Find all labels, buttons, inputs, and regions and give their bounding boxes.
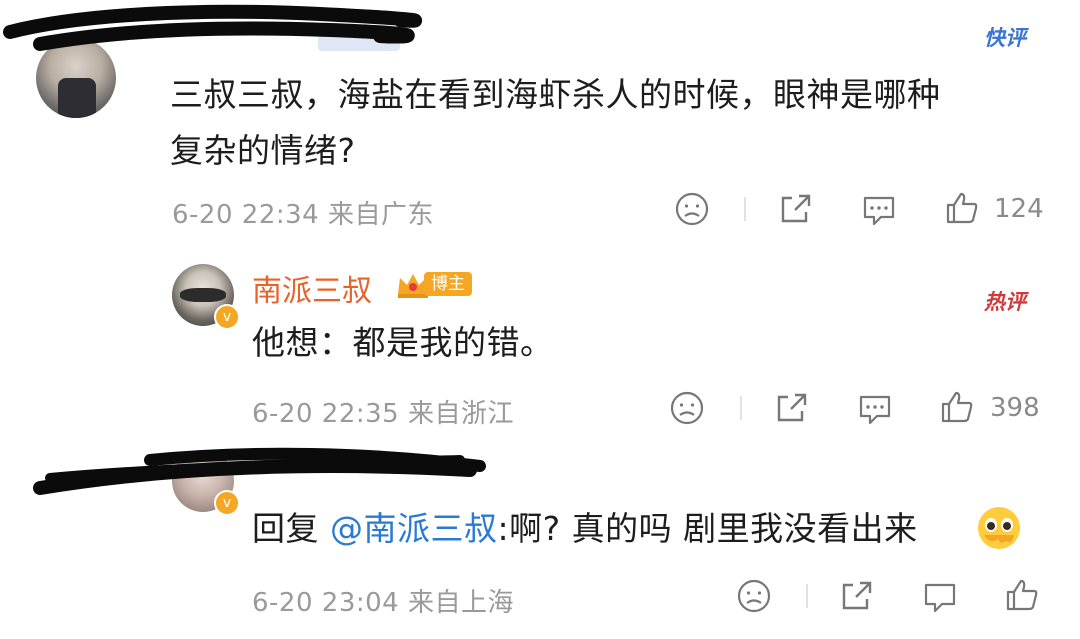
reply-prefix: 回复: [252, 509, 319, 548]
like-count: 398: [990, 393, 1040, 423]
redaction-scribble: [3, 4, 423, 51]
quick-comment-tag: 快评: [984, 26, 1026, 50]
comment-meta: 6-20 22:34 来自广东: [172, 200, 434, 230]
action-separator: [744, 197, 746, 221]
comment-text-line-1: 三叔三叔，海盐在看到海虾杀人的时候，眼神是哪种: [170, 75, 941, 114]
reply-meta: 6-20 22:35 来自浙江: [252, 399, 514, 429]
mention-link[interactable]: @南派三叔: [330, 509, 498, 548]
reply-meta: 6-20 23:04 来自上海: [252, 588, 514, 618]
reply-text: 回复 @南派三叔:啊? 真的吗 剧里我没看出来: [252, 506, 918, 552]
action-separator: [740, 396, 742, 420]
share-icon[interactable]: [779, 193, 813, 225]
hot-comment-tag: 热评: [984, 290, 1026, 314]
blogger-badge-label: 博主: [431, 274, 465, 294]
comment-text-line-2: 复杂的情绪?: [170, 131, 356, 170]
reply-body: :啊? 真的吗 剧里我没看出来: [497, 509, 918, 548]
dislike-icon[interactable]: [675, 192, 709, 226]
like-icon[interactable]: [1005, 578, 1039, 612]
like-icon[interactable]: [940, 390, 974, 424]
verified-badge-icon: v: [214, 304, 240, 330]
blogger-badge: 博主: [424, 272, 472, 296]
like-icon[interactable]: [945, 191, 979, 225]
dislike-icon[interactable]: [737, 579, 771, 613]
action-separator: [806, 584, 808, 608]
comment-icon[interactable]: [922, 580, 958, 614]
comment-icon[interactable]: [857, 392, 893, 426]
share-icon[interactable]: [775, 392, 809, 424]
username[interactable]: 南派三叔: [252, 266, 372, 310]
redaction-scribble: [33, 447, 486, 495]
share-icon[interactable]: [840, 580, 874, 612]
pleading-face-emoji-icon: [976, 505, 1022, 551]
comment-icon[interactable]: [861, 193, 897, 227]
dislike-icon[interactable]: [670, 391, 704, 425]
like-count: 124: [994, 194, 1044, 224]
reply-text: 他想：都是我的错。: [252, 323, 554, 362]
